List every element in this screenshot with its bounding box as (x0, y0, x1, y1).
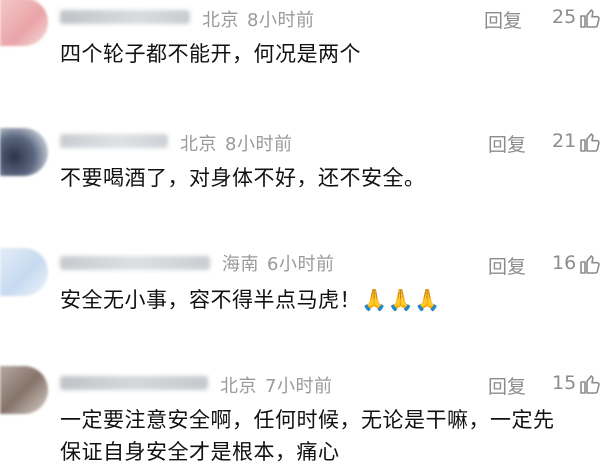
comment-item: 北京 7小时前 回复 15 一定要注意安全啊，任何时候，无论是干嘛，一定先 保证自… (0, 356, 604, 472)
thumbs-up-icon[interactable] (578, 252, 602, 276)
reply-button[interactable]: 回复 (488, 252, 526, 279)
comment-text: 不要喝酒了，对身体不好，还不安全。 (60, 166, 426, 190)
comment-text: 安全无小事，容不得半点马虎！🙏🙏🙏 (60, 288, 441, 312)
avatar[interactable] (0, 248, 48, 296)
reply-button[interactable]: 回复 (488, 372, 526, 399)
thumbs-up-icon[interactable] (578, 6, 602, 30)
comment-meta: 北京 8小时前 (180, 130, 292, 156)
comment-text-line: 保证自身安全才是根本，痛心 (60, 440, 340, 464)
comment-location: 北京 (180, 134, 217, 155)
comment-item: 海南 6小时前 回复 16 安全无小事，容不得半点马虎！🙏🙏🙏 (0, 236, 604, 346)
comment-text: 一定要注意安全啊，任何时候，无论是干嘛，一定先 保证自身安全才是根本，痛心 (60, 404, 584, 468)
thumbs-up-icon[interactable] (578, 130, 602, 154)
thumbs-up-icon[interactable] (578, 372, 602, 396)
comment-location: 海南 (222, 254, 259, 275)
comment-meta: 北京 7小时前 (220, 372, 332, 398)
comment-time: 7小时前 (265, 376, 333, 397)
username-blurred[interactable] (60, 10, 190, 24)
comment-text: 四个轮子都不能开，何况是两个 (60, 42, 361, 66)
comment-item: 北京 8小时前 回复 21 不要喝酒了，对身体不好，还不安全。 (0, 116, 604, 226)
username-blurred[interactable] (60, 376, 208, 390)
comment-text-line: 一定要注意安全啊，任何时候，无论是干嘛，一定先 (60, 408, 555, 432)
like-count: 21 (552, 130, 577, 152)
comment-location: 北京 (220, 376, 257, 397)
comment-meta: 海南 6小时前 (222, 250, 334, 276)
avatar[interactable] (0, 0, 48, 46)
like-count: 16 (552, 252, 577, 274)
avatar[interactable] (0, 366, 48, 414)
like-count: 15 (552, 372, 577, 394)
comment-item: 北京 8小时前 回复 25 四个轮子都不能开，何况是两个 (0, 0, 604, 100)
reply-button[interactable]: 回复 (488, 130, 526, 157)
avatar[interactable] (0, 128, 48, 176)
reply-button[interactable]: 回复 (484, 6, 522, 33)
username-blurred[interactable] (60, 134, 168, 148)
comment-time: 6小时前 (267, 254, 335, 275)
comment-location: 北京 (202, 10, 239, 31)
username-blurred[interactable] (60, 256, 210, 270)
comment-time: 8小时前 (247, 10, 315, 31)
like-count: 25 (552, 6, 577, 28)
comment-meta: 北京 8小时前 (202, 6, 314, 32)
comment-time: 8小时前 (225, 134, 293, 155)
